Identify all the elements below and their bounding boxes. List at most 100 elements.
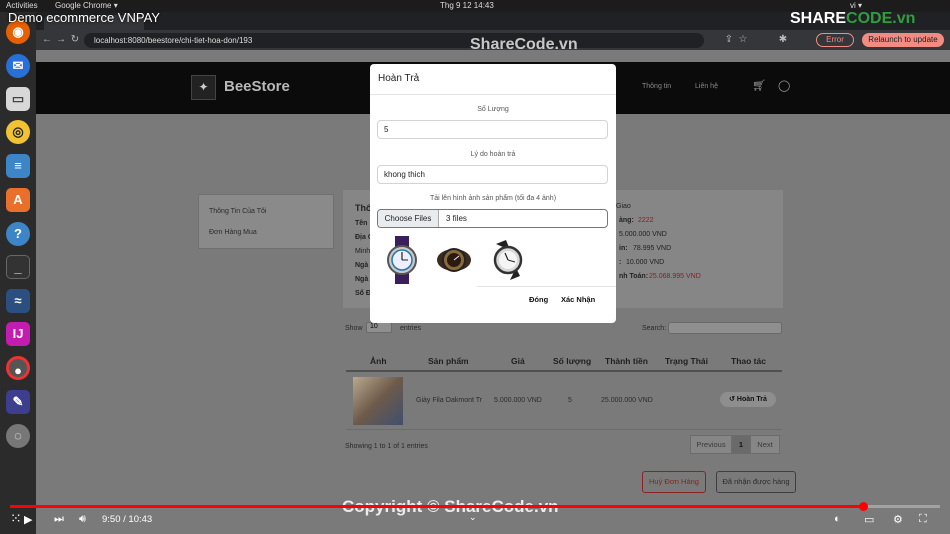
quantity-label: Số Lượng [477, 106, 509, 113]
back-icon[interactable]: ← [40, 33, 54, 47]
info-label: Minh [355, 248, 371, 255]
entries-label: entries [400, 325, 422, 332]
autoplay-toggle-icon[interactable]: ◐ [834, 513, 841, 525]
software-center-icon[interactable]: A [6, 188, 30, 212]
received-order-button[interactable]: Đã nhận được hàng [716, 471, 796, 493]
watch-preview-3 [493, 240, 523, 280]
brand-part-b: CODE.vn [846, 10, 916, 27]
intellij-icon[interactable]: IJ [6, 322, 30, 346]
brand-logo-icon[interactable]: ✦ [191, 75, 216, 100]
terminal-icon[interactable]: _ [6, 255, 30, 279]
choose-files-button[interactable]: Choose Files [378, 210, 439, 227]
info-label: Số Đ [355, 290, 371, 297]
share-icon[interactable]: ⇪ [722, 33, 736, 47]
user-icon[interactable]: ◯ [778, 79, 790, 92]
entries-select[interactable]: 10 [366, 322, 392, 333]
return-modal: Hoàn Trả Số Lượng 5 Lý do hoàn trả khong… [370, 64, 616, 323]
nav-contact[interactable]: Liên hệ [695, 83, 718, 90]
video-progress-handle[interactable] [859, 502, 868, 511]
rhythmbox-icon[interactable]: ◎ [6, 120, 30, 144]
sidebar-item-my-info[interactable]: Thông Tin Của Tôi [209, 208, 266, 215]
col-action[interactable]: Thao tác [731, 356, 766, 366]
subtotal-value: 5.000.000 VND [619, 231, 667, 238]
pager-page-1[interactable]: 1 [732, 435, 750, 454]
cancel-order-button[interactable]: Huỷ Đơn Hàng [642, 471, 706, 493]
tax-value: 78.995 VND [633, 245, 672, 252]
text-editor-icon[interactable]: ✎ [6, 390, 30, 414]
grid-dots-icon: ⁙ [10, 510, 22, 526]
info-label: Ngà [355, 276, 369, 283]
sidebar-item-orders[interactable]: Đơn Hàng Mua [209, 229, 257, 236]
clock[interactable]: Thg 9 12 14:43 [440, 1, 494, 10]
close-button[interactable]: Đóng [529, 295, 548, 304]
table-info: Showing 1 to 1 of 1 entries [345, 443, 428, 450]
total-value: 25.068.995 VND [649, 273, 701, 280]
ubuntu-dock: ◉ ✉ ▭ ◎ ≡ A ? _ ≈ IJ ● ✎ ◌ [0, 12, 36, 534]
settings-gear-icon[interactable]: ⚙ [893, 513, 903, 526]
watermark-top: ShareCode.vn [470, 36, 578, 53]
col-status[interactable]: Trạng Thái [665, 356, 708, 366]
show-label: Show [345, 325, 363, 332]
info-label: Ngà [355, 262, 369, 269]
col-total[interactable]: Thành tiền [605, 356, 648, 366]
language-indicator[interactable]: vi ▾ [850, 1, 862, 10]
volume-icon[interactable]: 🔊︎ [79, 513, 86, 526]
info-label: Tên [355, 220, 368, 227]
reason-input[interactable]: khong thich [377, 165, 608, 184]
video-progress-fill [10, 505, 863, 508]
mysql-workbench-icon[interactable]: ≈ [6, 289, 30, 313]
brand-part-a: SHARE [790, 10, 847, 27]
quantity-input[interactable]: 5 [377, 120, 608, 139]
chrome-icon[interactable]: ● [6, 356, 30, 380]
upload-label: Tải lên hình ảnh sản phẩm (tối đa 4 ảnh) [429, 195, 557, 202]
play-icon[interactable]: ▶ [24, 513, 32, 526]
pager-next[interactable]: Next [750, 435, 780, 454]
watch-preview-2 [437, 248, 471, 272]
return-button[interactable]: ↺ Hoàn Trả [720, 392, 776, 407]
subtitles-icon[interactable]: ▭ [864, 513, 874, 526]
address-bar[interactable]: localhost:8080/beestore/chi-tiet-hoa-don… [84, 33, 704, 48]
chevron-down-icon[interactable]: ⌄ [469, 512, 477, 523]
status-label: Giao [616, 203, 631, 210]
account-sidebar: Thông Tin Của Tôi Đơn Hàng Mua [198, 194, 334, 249]
cell-price: 5.000.000 VND [494, 397, 542, 404]
video-title[interactable]: Demo ecommerce VNPAY [8, 10, 160, 25]
col-qty[interactable]: Số lượng [553, 356, 591, 366]
table-row: Giày Fila Oakmont Tr 5.000.000 VND 5 25.… [346, 372, 782, 430]
fullscreen-icon[interactable]: ⛶ [919, 513, 927, 526]
modal-title: Hoàn Trả [378, 73, 420, 84]
col-price[interactable]: Giá [511, 356, 525, 366]
brand-name[interactable]: BeeStore [224, 78, 290, 95]
extensions-icon[interactable]: ✱ [776, 33, 790, 47]
app-menu[interactable]: Google Chrome ▾ [55, 1, 118, 10]
files-icon[interactable]: ▭ [6, 87, 30, 111]
confirm-button[interactable]: Xác Nhận [561, 295, 595, 304]
cart-icon[interactable]: 🛒︎ [752, 79, 766, 92]
file-input[interactable]: Choose Files 3 files [377, 209, 608, 228]
order-code-label: àng: [619, 217, 634, 224]
total-label: nh Toán: [619, 273, 649, 280]
product-thumbnail [353, 377, 403, 425]
col-image[interactable]: Ảnh [370, 356, 387, 366]
forward-icon[interactable]: → [54, 33, 68, 47]
writer-icon[interactable]: ≡ [6, 154, 30, 178]
cell-total: 25.000.000 VND [601, 397, 653, 404]
files-selected-text: 3 files [446, 214, 467, 223]
search-input[interactable] [668, 322, 782, 334]
pager-previous[interactable]: Previous [690, 435, 732, 454]
bookmark-star-icon[interactable]: ☆ [736, 33, 750, 47]
activities-button[interactable]: Activities [6, 1, 38, 10]
relaunch-button[interactable]: Relaunch to update [862, 33, 944, 47]
disc-icon[interactable]: ◌ [6, 424, 30, 448]
modal-footer-divider [477, 286, 616, 287]
help-icon[interactable]: ? [6, 222, 30, 246]
shipping-value: 10.000 VND [626, 259, 665, 266]
reload-icon[interactable]: ↻ [68, 33, 82, 47]
error-button[interactable]: Error [816, 33, 854, 47]
cell-product: Giày Fila Oakmont Tr [416, 397, 483, 404]
thunderbird-icon[interactable]: ✉ [6, 54, 30, 78]
table-header: Ảnh Sản phẩm Giá Số lượng Thành tiền Trạ… [346, 350, 782, 372]
nav-info[interactable]: Thông tin [642, 83, 671, 90]
next-icon[interactable]: ⏭︎ [54, 513, 64, 526]
col-product[interactable]: Sản phẩm [428, 356, 469, 366]
